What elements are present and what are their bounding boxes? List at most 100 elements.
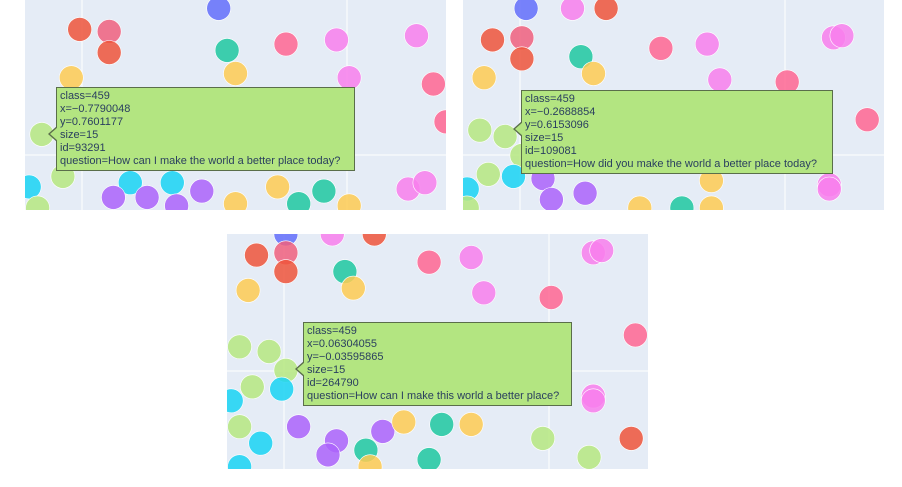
scatter-point[interactable] <box>227 388 244 414</box>
scatter-point[interactable] <box>854 107 880 132</box>
scatter-point[interactable] <box>509 46 535 72</box>
scatter-point[interactable] <box>581 61 606 86</box>
scatter-point[interactable] <box>362 234 387 247</box>
scatter-point[interactable] <box>421 71 446 97</box>
hover-tooltip-2: class=459 x=−0.2688854 y=0.6153096 size=… <box>513 90 833 174</box>
scatter-point[interactable] <box>816 176 842 202</box>
scatter-point[interactable] <box>315 442 341 468</box>
scatter-point[interactable] <box>134 185 160 210</box>
tooltip-class: class=459 <box>525 93 575 105</box>
scatter-panel-1: class=459 x=−0.7790048 y=0.7601177 size=… <box>25 0 446 210</box>
scatter-point[interactable] <box>412 170 438 195</box>
scatter-point[interactable] <box>248 430 274 456</box>
scatter-point[interactable] <box>458 412 484 437</box>
scatter-point[interactable] <box>96 19 122 44</box>
tooltip-size: size=15 <box>525 132 564 144</box>
scatter-point[interactable] <box>538 285 564 310</box>
scatter-point[interactable] <box>273 31 299 57</box>
scatter-panel-3: class=459 x=0.06304055 y=−0.03595865 siz… <box>227 234 648 469</box>
scatter-point[interactable] <box>227 454 252 469</box>
scatter-point[interactable] <box>256 339 282 364</box>
tooltip-y: y=0.7601177 <box>60 116 124 128</box>
scatter-point[interactable] <box>164 193 189 210</box>
scatter-point[interactable] <box>25 174 42 200</box>
scatter-panel-2: class=459 x=−0.2688854 y=0.6153096 size=… <box>463 0 884 210</box>
scatter-point[interactable] <box>669 195 695 210</box>
tooltip-y: y=−0.03595865 <box>307 351 384 363</box>
tooltip-size: size=15 <box>307 364 346 376</box>
scatter-point[interactable] <box>214 38 240 63</box>
scatter-point[interactable] <box>829 23 855 49</box>
scatter-point[interactable] <box>475 162 501 187</box>
tooltip-question: question=How did you make the world a be… <box>525 158 817 170</box>
scatter-point[interactable] <box>471 280 497 306</box>
scatter-point[interactable] <box>101 185 126 210</box>
scatter-point[interactable] <box>648 35 674 61</box>
scatter-point[interactable] <box>239 374 265 400</box>
scatter-point[interactable] <box>206 0 231 21</box>
scatter-point[interactable] <box>572 180 598 206</box>
scatter-point[interactable] <box>458 245 484 270</box>
scatter-point[interactable] <box>539 187 564 211</box>
scatter-point[interactable] <box>699 195 724 210</box>
scatter-point[interactable] <box>471 65 497 90</box>
scatter-point[interactable] <box>416 447 442 469</box>
scatter-point[interactable] <box>223 61 248 86</box>
scatter-point[interactable] <box>67 17 93 42</box>
tooltip-class: class=459 <box>60 90 110 102</box>
scatter-point[interactable] <box>560 0 585 21</box>
scatter-point[interactable] <box>286 414 311 439</box>
tooltip-y: y=0.6153096 <box>525 119 589 131</box>
tooltip-id: id=264790 <box>307 377 359 389</box>
scatter-point[interactable] <box>391 409 417 435</box>
tooltip-x: x=−0.2688854 <box>525 106 596 118</box>
scatter-point[interactable] <box>336 193 362 210</box>
scatter-point[interactable] <box>235 278 261 303</box>
scatter-point[interactable] <box>433 109 446 135</box>
scatter-point[interactable] <box>189 178 215 204</box>
scatter-point[interactable] <box>463 195 480 210</box>
scatter-point[interactable] <box>223 191 248 210</box>
scatter-point[interactable] <box>509 25 535 51</box>
scatter-point[interactable] <box>618 426 644 451</box>
scatter-point[interactable] <box>244 242 269 268</box>
scatter-point[interactable] <box>404 23 429 49</box>
tooltip-id: id=93291 <box>60 142 106 154</box>
scatter-point[interactable] <box>627 195 653 210</box>
scatter-point[interactable] <box>467 117 493 143</box>
tooltip-id: id=109081 <box>525 145 577 157</box>
scatter-point[interactable] <box>370 419 396 444</box>
tooltip-question: question=How can I make this world a bet… <box>307 390 560 402</box>
scatter-point[interactable] <box>623 322 648 348</box>
scatter-point[interactable] <box>227 334 252 360</box>
scatter-point[interactable] <box>320 234 345 247</box>
scatter-point[interactable] <box>589 238 615 263</box>
scatter-point[interactable] <box>269 376 295 402</box>
scatter-point[interactable] <box>286 191 311 210</box>
tooltip-x: x=0.06304055 <box>307 338 378 350</box>
scatter-point[interactable] <box>160 170 185 195</box>
scatter-point[interactable] <box>707 67 733 93</box>
scatter-point[interactable] <box>227 414 252 439</box>
scatter-point[interactable] <box>530 426 556 451</box>
tooltip-question: question=How can I make the world a bett… <box>60 155 341 167</box>
scatter-point[interactable] <box>416 249 442 275</box>
tooltip-class: class=459 <box>307 325 357 337</box>
scatter-point[interactable] <box>96 40 122 65</box>
scatter-point[interactable] <box>324 27 349 53</box>
tooltip-size: size=15 <box>60 129 99 141</box>
scatter-point[interactable] <box>593 0 619 21</box>
scatter-point[interactable] <box>273 259 299 284</box>
scatter-point[interactable] <box>341 275 366 301</box>
hover-tooltip-1: class=459 x=−0.7790048 y=0.7601177 size=… <box>48 87 355 171</box>
scatter-point[interactable] <box>311 178 337 204</box>
scatter-point[interactable] <box>513 0 539 21</box>
scatter-point[interactable] <box>694 31 720 57</box>
tooltip-x: x=−0.7790048 <box>60 103 131 115</box>
scatter-point[interactable] <box>429 412 454 437</box>
scatter-point[interactable] <box>576 445 602 469</box>
scatter-point[interactable] <box>480 27 505 53</box>
scatter-point[interactable] <box>265 174 290 200</box>
scatter-point[interactable] <box>580 388 606 414</box>
hover-tooltip-3: class=459 x=0.06304055 y=−0.03595865 siz… <box>295 322 572 406</box>
